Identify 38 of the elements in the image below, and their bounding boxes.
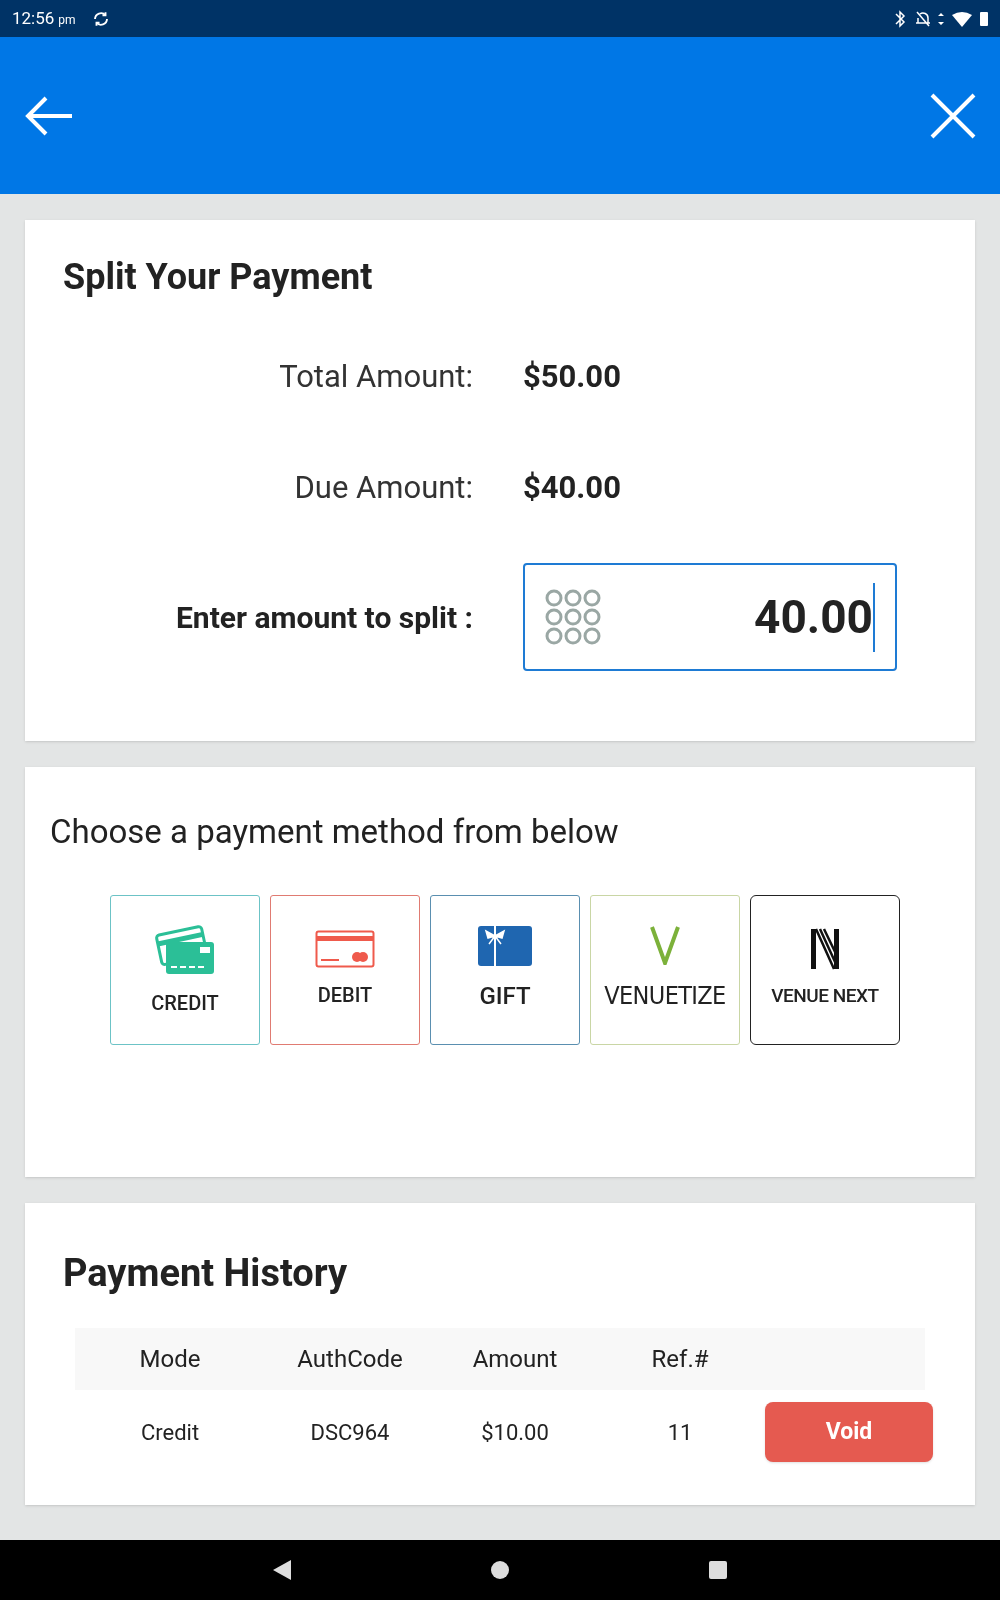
payment-method-prompt: Choose a payment method from below [50,811,620,853]
sync-icon [91,9,110,28]
table-cell-text: $10.00 [480,1418,550,1447]
void-button[interactable]: Void [765,1402,933,1462]
due-label: Due Amount: [293,467,473,508]
payment-method-button[interactable]: VENUETIZE [590,894,740,1045]
debit-card-icon [315,929,375,968]
column-header: Amount [471,1344,559,1375]
card-title: Payment History [63,1250,349,1297]
back-nav-icon[interactable] [273,1560,291,1580]
status-time: 12:56 pm [12,6,76,30]
gift-card-icon [478,925,532,966]
payment-method-button[interactable]: CREDIT [110,894,260,1045]
payment-method-button[interactable]: DEBIT [270,894,420,1045]
enter-amount-label: Enter amount to split : [174,598,473,637]
column-header: Mode [138,1344,202,1375]
v-logo-icon [650,924,680,965]
bluetooth-icon [894,9,906,28]
n-logo-icon [810,928,840,971]
total-value: $50.00 [523,357,622,397]
keypad-icon [545,589,601,645]
due-value: $40.00 [523,467,622,508]
data-arrows-icon [938,11,944,26]
card-title: Split Your Payment [63,255,374,300]
amount-field[interactable]: 40.00 [523,563,897,671]
muted-bell-icon [914,9,930,28]
table-cell-text: Credit [139,1418,201,1447]
table-cell-text: DSC964 [309,1418,391,1447]
table-cell-text: 11 [666,1418,694,1447]
home-nav-icon[interactable] [491,1561,509,1579]
wifi-icon [952,10,972,27]
total-label: Total Amount: [278,357,473,397]
payment-method-button[interactable]: VENUE NEXT [750,894,900,1045]
amount-value: 40.00 [754,582,875,652]
column-header: Ref.# [650,1344,710,1375]
battery-icon [980,11,988,26]
payment-method-button[interactable]: GIFT [430,894,580,1045]
column-header: AuthCode [296,1344,404,1375]
